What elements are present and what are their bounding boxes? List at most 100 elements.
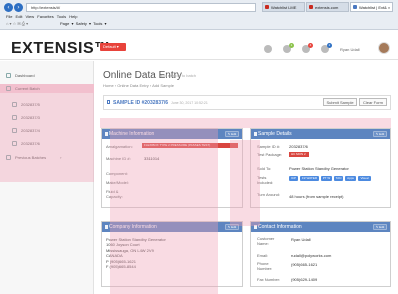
turn-around-value: 48 hours (from sample receipt): [289, 194, 344, 199]
field-label: Fluid & Capacity:: [106, 189, 123, 199]
email-value[interactable]: rudall@polyworks.com: [291, 253, 331, 258]
avatar[interactable]: [378, 42, 390, 54]
browser-menu-bar[interactable]: File Edit View Favorites Tools Help: [6, 14, 77, 19]
browser-command-bar[interactable]: Page ▾ Safety ▾ Tools ▾: [60, 21, 107, 26]
logo: EXTENSIS™: [11, 40, 111, 57]
test-badge: Apps: [345, 176, 356, 181]
field-label: Tests Included:: [257, 175, 274, 185]
user-name[interactable]: Ryan Udall: [340, 47, 360, 52]
sidebar-item-label: 2032837/5: [21, 102, 40, 107]
sidebar-item-label: Previous Batches: [15, 155, 47, 160]
sidebar-item-label: 2032837/6: [21, 141, 40, 146]
field-label: Make/Model:: [106, 180, 129, 185]
document-icon: [107, 100, 110, 104]
sidebar-item-label: 2032837/4: [21, 128, 40, 133]
page-subtitle: add sample to batch: [160, 73, 197, 78]
panel-header: Contact Information ✎ Edit: [251, 222, 390, 232]
field-label: Test Package:: [257, 152, 283, 157]
test-badge: TAN: [334, 176, 343, 181]
machine-info-panel: Machine Information ✎ Edit Amalgamation: …: [101, 128, 243, 208]
sidebar-item-current-batch[interactable]: Current Batch: [6, 86, 40, 92]
machine-id-value[interactable]: 3311014: [144, 156, 159, 161]
browser-tab-3[interactable]: Watchlist | Ext& ×: [350, 2, 393, 12]
toolbar-icons[interactable]: ⌂ ▾ ☆ ✉ ⎙ ▾: [6, 21, 28, 26]
field-label: Fax Number:: [257, 277, 281, 282]
test-badge: FZ WATER: [300, 176, 319, 181]
company-info-panel: Company Information ✎ Edit Power Station …: [101, 221, 243, 287]
sample-details-panel: Sample Details ✎ Edit Sample ID #: 203283…: [250, 128, 391, 208]
panel-title: Sample Details: [258, 131, 292, 137]
message-badge: 4: [308, 43, 313, 48]
browser-tab-label: Watchlist | Ext& ×: [359, 5, 391, 10]
sample-id-value: 2032837/6: [289, 144, 308, 149]
sidebar-subitem-batch[interactable]: 2032837/4: [12, 128, 40, 134]
field-label: Phone Number:: [257, 261, 273, 271]
back-icon[interactable]: ‹: [4, 3, 13, 12]
test-badge: ICP: [289, 176, 298, 181]
gear-icon: [105, 132, 108, 136]
field-label: Sample ID #:: [257, 144, 281, 149]
browser-tab-2[interactable]: extensis.com: [306, 2, 349, 12]
field-label: Customer Name:: [257, 236, 275, 246]
document-icon: [12, 128, 17, 134]
user-icon: [254, 225, 257, 229]
favicon-icon: [353, 5, 357, 9]
forward-icon[interactable]: ›: [14, 3, 23, 12]
sidebar-item-dashboard[interactable]: Dashboard: [6, 73, 35, 79]
highlight-overlay: [100, 118, 391, 128]
flask-icon: [254, 132, 257, 136]
sample-id: SAMPLE ID #2032837/6: [113, 100, 169, 106]
folder-icon: [6, 155, 11, 161]
edit-button[interactable]: ✎ Edit: [373, 224, 387, 230]
favicon-icon: [265, 5, 269, 9]
field-label: Turn Around:: [257, 192, 280, 197]
sidebar-item-previous-batches[interactable]: Previous Batches ›: [6, 155, 62, 161]
browser-tab-label: Watchlist LME: [271, 5, 297, 10]
address-bar[interactable]: http://extensis/#/: [26, 3, 256, 12]
test-package-badge[interactable]: HC MON 2: [289, 152, 309, 157]
document-icon: [12, 141, 17, 147]
browser-tab-label: extensis.com: [315, 5, 339, 10]
phone-value: (905)665-1621: [291, 262, 318, 267]
favicon-icon: [309, 5, 313, 9]
sidebar: [0, 61, 94, 294]
sample-date: June 30, 2017 10:52:21: [171, 101, 208, 105]
sidebar-item-label: Current Batch: [15, 86, 40, 91]
edit-button[interactable]: ✎ Edit: [225, 224, 239, 230]
sold-to-value: Power Station Standby Generator: [289, 166, 349, 171]
search-icon[interactable]: [264, 45, 272, 53]
folder-icon: [6, 86, 11, 92]
building-icon: [105, 225, 108, 229]
department-dropdown[interactable]: Default ▾: [100, 43, 126, 51]
edit-button[interactable]: ✎ Edit: [373, 131, 387, 137]
edit-button[interactable]: ✎ Edit: [225, 131, 239, 137]
panel-header: Company Information ✎ Edit: [102, 222, 242, 232]
field-label: Sold To:: [257, 166, 272, 171]
tasks-badge: 2: [327, 43, 332, 48]
document-icon: [12, 115, 17, 121]
fax-value: (905)629-1409: [291, 277, 318, 282]
home-icon: [6, 73, 11, 79]
test-badge: PT W: [321, 176, 332, 181]
panel-header: Machine Information ✎ Edit: [102, 129, 242, 139]
panel-header: Sample Details ✎ Edit: [251, 129, 390, 139]
sidebar-subitem-batch[interactable]: 2032837/6: [12, 141, 40, 147]
field-label: Component:: [106, 171, 128, 176]
submit-sample-button[interactable]: Submit Sample: [323, 98, 357, 106]
field-label: Machine ID #:: [106, 156, 131, 161]
browser-tab-1[interactable]: Watchlist LME: [262, 2, 305, 12]
company-address: Power Station Standby Generator 1060 Joy…: [106, 237, 166, 270]
chevron-right-icon: ›: [60, 155, 62, 160]
field-label: Amalgamation:: [106, 144, 133, 149]
field-label: Email:: [257, 253, 269, 258]
customer-name-value: Ryan Udall: [291, 237, 311, 242]
clear-form-button[interactable]: Clear Form: [359, 98, 387, 106]
amalgamation-field[interactable]: FLEXIBOX TYPE 2 PRESSURE (PASSES TEST): [142, 143, 238, 148]
panel-title: Machine Information: [109, 131, 155, 137]
sidebar-subitem-batch[interactable]: 2032837/5: [12, 102, 40, 108]
document-icon: [12, 102, 17, 108]
panel-title: Contact Information: [258, 224, 302, 230]
contact-info-panel: Contact Information ✎ Edit Customer Name:…: [250, 221, 391, 287]
breadcrumb[interactable]: Home › Online Data Entry › Add Sample: [103, 83, 174, 88]
sidebar-subitem-batch[interactable]: 2032837/3: [12, 115, 40, 121]
